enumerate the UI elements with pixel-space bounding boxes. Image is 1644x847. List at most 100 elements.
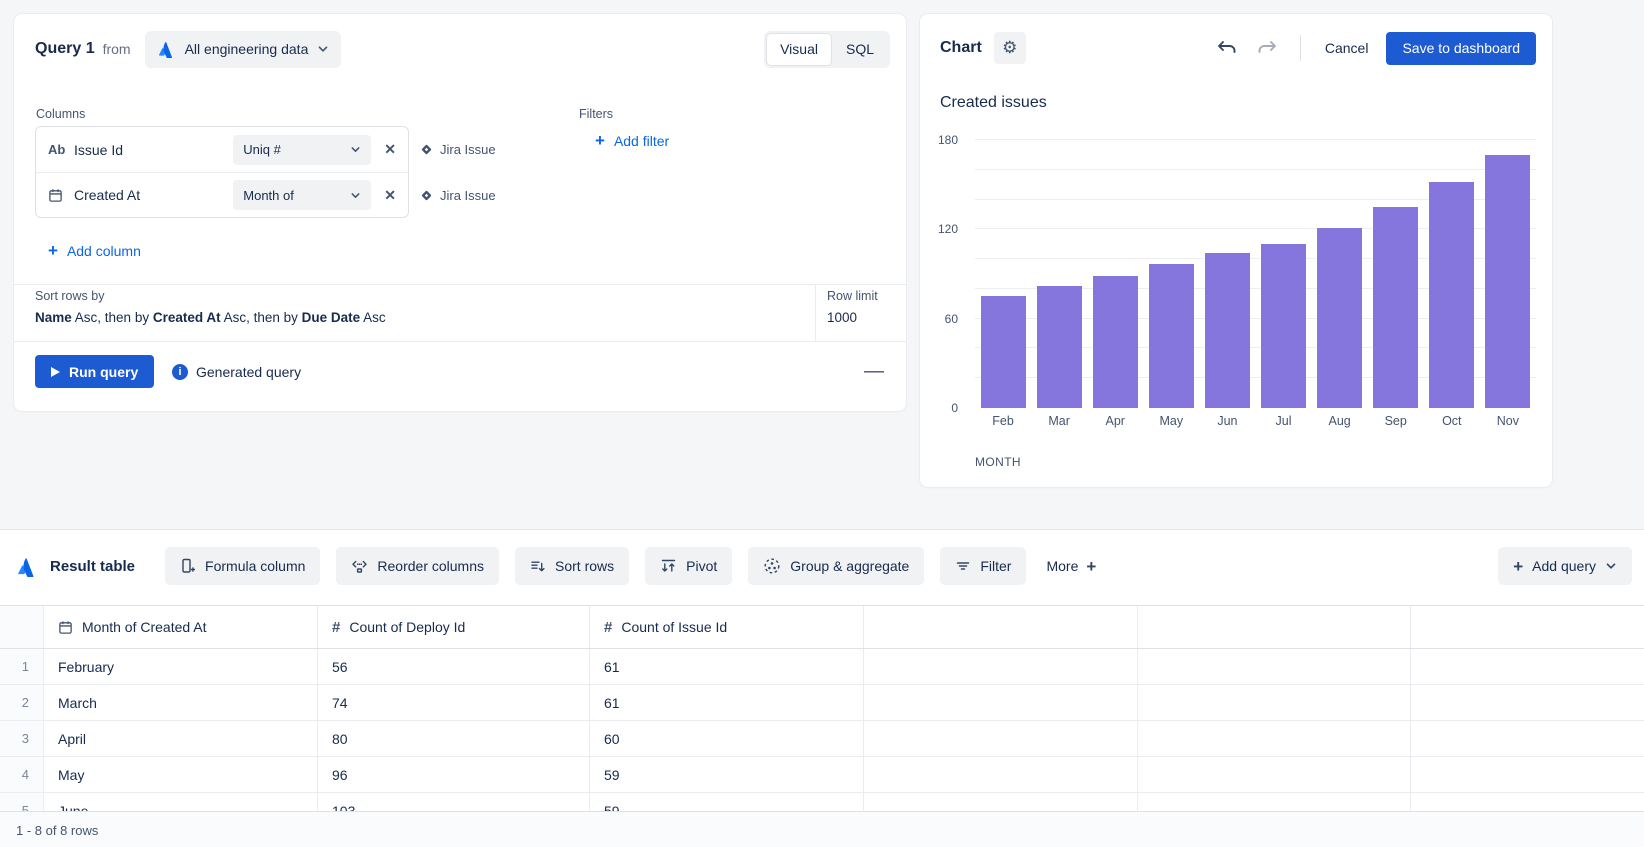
chart-bar[interactable]: [1317, 228, 1362, 408]
add-column-label: Add column: [67, 243, 141, 259]
chart-bar[interactable]: [1373, 207, 1418, 408]
sort-rows-button[interactable]: Sort rows: [515, 547, 629, 585]
empty-cell: [1138, 685, 1411, 720]
empty-column-header: [1411, 606, 1644, 648]
chart-x-axis: FebMarAprMayJunJulAugSepOctNov: [975, 414, 1536, 428]
table-row: 1February5661: [0, 649, 1644, 685]
more-label: More: [1046, 558, 1078, 574]
column-header-month-of-created-at[interactable]: Month of Created At: [44, 606, 318, 648]
x-axis-tick: Mar: [1031, 414, 1087, 428]
x-axis-tick: Aug: [1312, 414, 1368, 428]
datasource-label: All engineering data: [185, 41, 309, 57]
group-aggregate-button[interactable]: Group & aggregate: [748, 547, 924, 585]
empty-cell: [864, 757, 1138, 792]
chart-y-axis: 060120180: [920, 140, 958, 408]
y-axis-tick: 60: [945, 312, 958, 326]
y-axis-tick: 180: [938, 133, 958, 147]
columns-section-label: Columns: [36, 107, 85, 121]
row-number: 1: [0, 649, 44, 684]
add-query-label: Add query: [1532, 558, 1596, 574]
empty-column-header: [864, 606, 1138, 648]
table-cell[interactable]: 80: [318, 721, 590, 756]
run-query-label: Run query: [69, 364, 138, 380]
aggregation-value: Uniq #: [243, 142, 281, 157]
column-header-label: Count of Deploy Id: [349, 619, 465, 635]
calendar-icon: [48, 188, 74, 203]
row-limit-value[interactable]: 1000: [827, 310, 857, 325]
column-header-count-of-deploy-id[interactable]: # Count of Deploy Id: [318, 606, 590, 648]
cancel-button[interactable]: Cancel: [1315, 34, 1379, 62]
table-cell[interactable]: 103: [318, 793, 590, 811]
add-column-button[interactable]: + Add column: [48, 242, 141, 259]
row-limit-label: Row limit: [827, 289, 878, 303]
chart-bar[interactable]: [1149, 264, 1194, 408]
chart-title: Created issues: [940, 94, 1047, 112]
table-cell[interactable]: 60: [590, 721, 864, 756]
divider: [815, 284, 816, 341]
empty-column-header: [1138, 606, 1411, 648]
chart-bar[interactable]: [1205, 253, 1250, 408]
generated-query-toggle[interactable]: i Generated query: [172, 355, 301, 388]
chevron-down-icon: [350, 190, 361, 201]
plus-icon: +: [48, 242, 58, 259]
x-axis-tick: Jul: [1255, 414, 1311, 428]
run-query-button[interactable]: Run query: [35, 355, 154, 388]
chart-bar[interactable]: [1037, 286, 1082, 408]
datasource-selector[interactable]: All engineering data: [145, 31, 342, 68]
table-cell[interactable]: 56: [318, 649, 590, 684]
chart-bar[interactable]: [1261, 244, 1306, 408]
remove-column-button[interactable]: ✕: [384, 141, 396, 158]
table-cell[interactable]: March: [44, 685, 318, 720]
table-cell[interactable]: April: [44, 721, 318, 756]
tab-visual[interactable]: Visual: [766, 33, 832, 66]
x-axis-tick: Nov: [1480, 414, 1536, 428]
result-table-label: Result table: [50, 558, 135, 575]
empty-cell: [864, 721, 1138, 756]
more-button[interactable]: More +: [1042, 558, 1100, 575]
filter-button[interactable]: Filter: [940, 547, 1026, 585]
add-filter-button[interactable]: + Add filter: [595, 132, 669, 149]
empty-cell: [864, 649, 1138, 684]
aggregation-dropdown[interactable]: Uniq #: [233, 135, 371, 165]
reorder-columns-button[interactable]: Reorder columns: [336, 547, 499, 585]
chart-x-axis-title: MONTH: [975, 455, 1021, 469]
table-cell[interactable]: 96: [318, 757, 590, 792]
add-query-button[interactable]: + Add query: [1498, 547, 1632, 585]
source-tag: Jira Issue: [420, 126, 496, 172]
chart-settings-button[interactable]: ⚙: [994, 32, 1026, 64]
table-row: 5June10359: [0, 793, 1644, 811]
sort-rows-label: Sort rows by: [35, 289, 104, 303]
table-cell[interactable]: June: [44, 793, 318, 811]
pivot-button[interactable]: Pivot: [645, 547, 732, 585]
chart-bar[interactable]: [1485, 155, 1530, 408]
empty-cell: [864, 685, 1138, 720]
table-cell[interactable]: 59: [590, 793, 864, 811]
redo-button[interactable]: [1252, 36, 1282, 60]
table-cell[interactable]: February: [44, 649, 318, 684]
table-cell[interactable]: 61: [590, 685, 864, 720]
sort-value[interactable]: Name Asc, then by Created At Asc, then b…: [35, 310, 386, 325]
remove-column-button[interactable]: ✕: [384, 187, 396, 204]
button-label: Formula column: [205, 558, 305, 574]
empty-cell: [1138, 649, 1411, 684]
undo-button[interactable]: [1212, 36, 1242, 60]
collapse-panel-button[interactable]: —: [864, 355, 884, 388]
save-to-dashboard-button[interactable]: Save to dashboard: [1386, 32, 1536, 65]
x-axis-tick: Apr: [1087, 414, 1143, 428]
chart-bar[interactable]: [1093, 276, 1138, 409]
bar-slot: [1368, 140, 1424, 408]
table-cell[interactable]: May: [44, 757, 318, 792]
aggregation-dropdown[interactable]: Month of: [233, 180, 371, 210]
column-header-count-of-issue-id[interactable]: # Count of Issue Id: [590, 606, 864, 648]
x-axis-tick: Sep: [1368, 414, 1424, 428]
column-header-label: Month of Created At: [82, 619, 207, 635]
empty-cell: [1138, 757, 1411, 792]
formula-column-button[interactable]: Formula column: [165, 547, 320, 585]
chart-bar[interactable]: [981, 296, 1026, 408]
table-cell[interactable]: 59: [590, 757, 864, 792]
chart-bar[interactable]: [1429, 182, 1474, 408]
table-cell[interactable]: 61: [590, 649, 864, 684]
empty-cell: [1411, 757, 1644, 792]
tab-sql[interactable]: SQL: [832, 33, 888, 66]
table-cell[interactable]: 74: [318, 685, 590, 720]
